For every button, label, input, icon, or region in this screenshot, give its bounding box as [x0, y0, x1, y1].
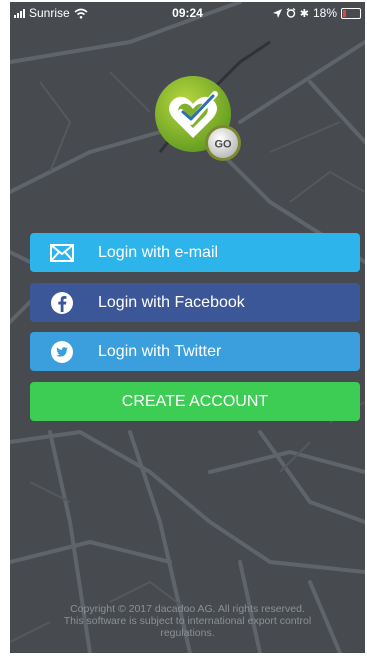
login-facebook-label: Login with Facebook — [98, 294, 245, 311]
copyright-notice: Copyright © 2017 dacadoo AG. All rights … — [10, 603, 365, 639]
status-right: ✱ 18% — [272, 6, 361, 20]
alarm-icon — [286, 8, 296, 18]
export-notice-line: This software is subject to internationa… — [63, 615, 312, 627]
login-twitter-button[interactable]: Login with Twitter — [30, 332, 360, 371]
envelope-icon — [50, 244, 74, 262]
battery-level — [343, 9, 346, 17]
go-badge-text: GO — [214, 139, 232, 151]
bluetooth-icon: ✱ — [299, 7, 309, 20]
login-email-button[interactable]: Login with e-mail — [30, 233, 360, 272]
battery-percent: 18% — [312, 6, 337, 20]
login-twitter-label: Login with Twitter — [98, 343, 222, 360]
login-email-label: Login with e-mail — [98, 244, 219, 261]
location-arrow-icon — [272, 8, 282, 18]
facebook-icon — [51, 292, 73, 314]
twitter-icon — [51, 341, 73, 363]
create-account-button[interactable]: CREATE ACCOUNT — [30, 382, 360, 421]
copyright-line: Copyright © 2017 dacadoo AG. All rights … — [70, 603, 305, 615]
app-logo: GO — [155, 76, 241, 161]
login-facebook-button[interactable]: Login with Facebook — [30, 283, 360, 322]
battery-icon — [341, 7, 361, 19]
app-screen: Sunrise 09:24 ✱ 18% GO Login with e-mail… — [10, 2, 365, 653]
create-account-label: CREATE ACCOUNT — [121, 392, 269, 410]
export-notice-line-end: regulations. — [160, 627, 215, 639]
status-bar: Sunrise 09:24 ✱ 18% — [10, 2, 365, 24]
